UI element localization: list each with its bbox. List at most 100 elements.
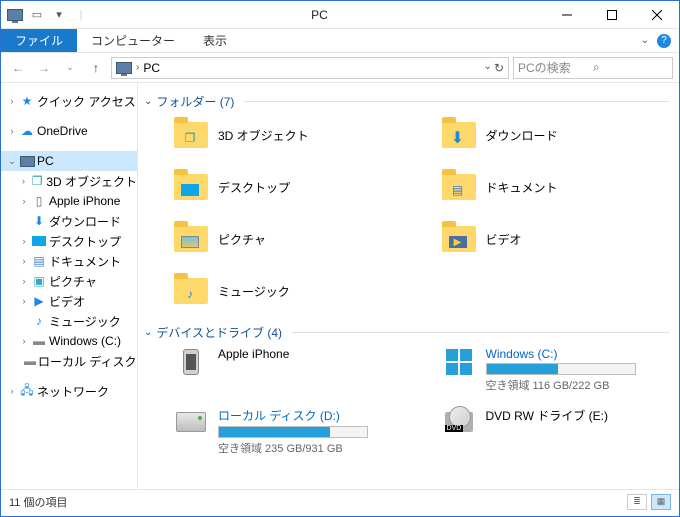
nav-downloads[interactable]: › ⬇ ダウンロード <box>1 211 137 231</box>
nav-quick-access[interactable]: › ★ クイック アクセス <box>1 91 137 111</box>
folder-videos[interactable]: ▶ ビデオ <box>412 220 670 258</box>
drive-dvd-e[interactable]: DVD RW ドライブ (E:) <box>412 407 670 456</box>
chevron-right-icon[interactable]: › <box>19 296 29 306</box>
windows-logo-icon <box>442 347 476 377</box>
close-button[interactable] <box>634 1 679 29</box>
folder-downloads[interactable]: ⬇ ダウンロード <box>412 116 670 154</box>
network-icon: 🖧 <box>19 383 35 399</box>
forward-button[interactable]: → <box>33 57 55 79</box>
music-icon: ♪ <box>31 313 47 329</box>
tab-view[interactable]: 表示 <box>189 29 241 52</box>
download-icon: ⬇ <box>31 213 47 229</box>
navigation-pane: › ★ クイック アクセス › ☁ OneDrive ⌄ PC › ❐ 3D オ… <box>1 83 138 489</box>
chevron-right-icon[interactable]: › <box>7 386 17 396</box>
cube-icon: ❐ <box>180 130 200 146</box>
chevron-down-icon[interactable]: ⌄ <box>7 156 17 167</box>
nav-iphone[interactable]: › ▯ Apple iPhone <box>1 191 137 211</box>
recent-button[interactable]: ⌄ <box>59 57 81 79</box>
drive-icon <box>174 407 208 437</box>
desktop-icon <box>180 182 200 198</box>
folder-desktop[interactable]: デスクトップ <box>144 168 402 206</box>
phone-icon <box>174 347 208 377</box>
document-icon: ▤ <box>448 182 468 198</box>
address-row: ← → ⌄ ↑ › PC ⌄ ↻ PCの検索 ⌕ <box>1 53 679 83</box>
address-chevron-icon: › <box>136 62 139 73</box>
drive-iphone[interactable]: Apple iPhone <box>144 347 402 393</box>
picture-icon: ▣ <box>31 273 47 289</box>
address-bar[interactable]: › PC ⌄ ↻ <box>111 57 509 79</box>
chevron-right-icon[interactable]: › <box>19 336 29 346</box>
nav-network[interactable]: › 🖧 ネットワーク <box>1 381 137 401</box>
qat-separator: | <box>73 7 89 23</box>
nav-documents[interactable]: › ▤ ドキュメント <box>1 251 137 271</box>
ribbon-expand-icon[interactable]: ⌄ <box>641 35 649 46</box>
star-icon: ★ <box>19 93 35 109</box>
nav-music[interactable]: › ♪ ミュージック <box>1 311 137 331</box>
chevron-right-icon[interactable]: › <box>7 96 17 106</box>
chevron-right-icon[interactable]: › <box>19 256 29 266</box>
qat-chevron-icon[interactable]: ▾ <box>51 7 67 23</box>
picture-icon <box>180 234 200 250</box>
nav-pc[interactable]: ⌄ PC <box>1 151 137 171</box>
status-item-count: 11 個の項目 <box>9 494 67 510</box>
chevron-right-icon[interactable]: › <box>19 276 29 286</box>
chevron-down-icon: ⌄ <box>144 96 152 107</box>
back-button[interactable]: ← <box>7 57 29 79</box>
up-button[interactable]: ↑ <box>85 57 107 79</box>
capacity-bar <box>486 363 636 375</box>
refresh-icon[interactable]: ↻ <box>494 61 504 75</box>
folder-documents[interactable]: ▤ ドキュメント <box>412 168 670 206</box>
drive-icon: ▬ <box>31 333 47 349</box>
nav-videos[interactable]: › ▶ ビデオ <box>1 291 137 311</box>
video-icon: ▶ <box>31 293 47 309</box>
chevron-right-icon[interactable]: › <box>19 176 28 186</box>
folder-3d-objects[interactable]: ❐ 3D オブジェクト <box>144 116 402 154</box>
desktop-icon <box>31 233 47 249</box>
nav-onedrive[interactable]: › ☁ OneDrive <box>1 121 137 141</box>
address-path: PC <box>143 61 160 75</box>
phone-icon: ▯ <box>31 193 47 209</box>
help-icon[interactable]: ? <box>657 34 671 48</box>
chevron-down-icon: ⌄ <box>144 327 152 338</box>
document-icon: ▤ <box>31 253 47 269</box>
nav-3d-objects[interactable]: › ❐ 3D オブジェクト <box>1 171 137 191</box>
chevron-right-icon[interactable]: › <box>19 236 29 246</box>
cube-icon: ❐ <box>30 173 44 189</box>
main-content: ⌄ フォルダー (7) ❐ 3D オブジェクト ⬇ ダウンロード デスクトップ … <box>138 83 679 489</box>
download-icon: ⬇ <box>448 130 468 146</box>
nav-local-d[interactable]: › ▬ ローカル ディスク (D:) <box>1 351 137 371</box>
minimize-button[interactable] <box>544 1 589 29</box>
nav-windows-c[interactable]: › ▬ Windows (C:) <box>1 331 137 351</box>
nav-pictures[interactable]: › ▣ ピクチャ <box>1 271 137 291</box>
tab-file[interactable]: ファイル <box>1 29 77 52</box>
maximize-button[interactable] <box>589 1 634 29</box>
pc-icon <box>19 153 35 169</box>
folder-music[interactable]: ♪ ミュージック <box>144 272 402 310</box>
nav-desktop[interactable]: › デスクトップ <box>1 231 137 251</box>
drive-local-d[interactable]: ローカル ディスク (D:) 空き領域 235 GB/931 GB <box>144 407 402 456</box>
video-icon: ▶ <box>448 234 468 250</box>
qat-properties-icon[interactable]: ▭ <box>29 7 45 23</box>
ribbon-tabs: ファイル コンピューター 表示 ⌄ ? <box>1 29 679 53</box>
capacity-bar <box>218 426 368 438</box>
view-large-icons-button[interactable]: ▦ <box>651 494 671 510</box>
search-placeholder: PCの検索 <box>518 59 593 76</box>
app-icon <box>7 7 23 23</box>
group-folders[interactable]: ⌄ フォルダー (7) <box>144 93 669 110</box>
drive-windows-c[interactable]: Windows (C:) 空き領域 116 GB/222 GB <box>412 347 670 393</box>
search-input[interactable]: PCの検索 ⌕ <box>513 57 673 79</box>
music-icon: ♪ <box>180 286 200 302</box>
tab-computer[interactable]: コンピューター <box>77 29 189 52</box>
search-icon: ⌕ <box>593 60 668 75</box>
status-bar: 11 個の項目 ≣ ▦ <box>1 489 679 513</box>
group-drives[interactable]: ⌄ デバイスとドライブ (4) <box>144 324 669 341</box>
chevron-right-icon[interactable]: › <box>19 196 29 206</box>
window-title: PC <box>95 8 544 22</box>
address-pc-icon <box>116 62 132 74</box>
drive-icon: ▬ <box>24 353 36 369</box>
view-details-button[interactable]: ≣ <box>627 494 647 510</box>
chevron-right-icon[interactable]: › <box>7 126 17 136</box>
address-dropdown-icon[interactable]: ⌄ <box>484 61 492 75</box>
folder-pictures[interactable]: ピクチャ <box>144 220 402 258</box>
dvd-icon <box>442 407 476 437</box>
